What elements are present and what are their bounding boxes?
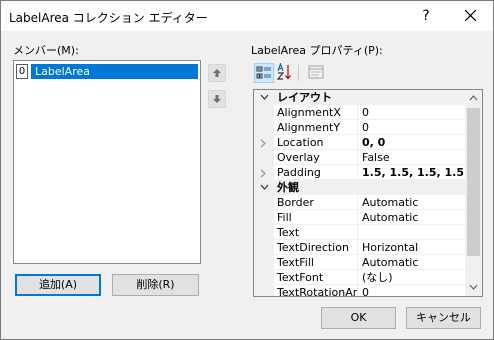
scroll-up-button[interactable] [465, 90, 482, 107]
scroll-thumb[interactable] [467, 108, 480, 256]
property-name: Overlay [274, 150, 358, 165]
property-row[interactable]: AlignmentX 0 [254, 105, 465, 120]
property-value[interactable]: Automatic [358, 210, 465, 225]
expand-toggle[interactable] [254, 135, 274, 150]
property-row[interactable]: TextDirection Horizontal [254, 240, 465, 255]
row-gutter [254, 105, 274, 120]
property-value[interactable]: 0, 0 [358, 135, 465, 150]
property-value[interactable]: 0 [358, 105, 465, 120]
property-name: AlignmentY [274, 120, 358, 135]
row-gutter [254, 150, 274, 165]
property-value[interactable]: Automatic [358, 255, 465, 270]
property-value[interactable]: Horizontal [358, 240, 465, 255]
sort-alphabetical-icon [276, 63, 291, 80]
row-gutter [254, 210, 274, 225]
property-row[interactable]: Border Automatic [254, 195, 465, 210]
alphabetical-button[interactable] [276, 63, 296, 83]
property-name: Border [274, 195, 358, 210]
property-toolbar [253, 63, 333, 85]
property-pages-button[interactable] [307, 63, 327, 83]
members-list[interactable]: 0 LabelArea [13, 60, 201, 264]
property-name: AlignmentX [274, 105, 358, 120]
property-name: Text [274, 225, 358, 240]
property-name: TextRotationAn [274, 285, 358, 296]
row-gutter [254, 255, 274, 270]
property-value[interactable]: (なし) [358, 270, 465, 285]
category-row[interactable]: レイアウト [254, 90, 465, 105]
member-index: 0 [16, 64, 28, 79]
row-gutter [254, 285, 274, 296]
property-row[interactable]: TextFill Automatic [254, 255, 465, 270]
category-name: 外観 [277, 181, 299, 194]
chevron-right-icon [260, 169, 266, 178]
property-row[interactable]: Overlay False [254, 150, 465, 165]
help-button[interactable]: ? [403, 1, 449, 31]
property-value[interactable]: Automatic [358, 195, 465, 210]
property-pages-icon [308, 65, 324, 79]
ok-button[interactable]: OK [321, 307, 396, 329]
property-name: Fill [274, 210, 358, 225]
property-row[interactable]: Fill Automatic [254, 210, 465, 225]
property-name: Location [274, 135, 358, 150]
category-row[interactable]: 外観 [254, 180, 465, 195]
expand-toggle[interactable] [254, 165, 274, 180]
chevron-down-icon [260, 184, 269, 190]
property-name: TextDirection [274, 240, 358, 255]
cancel-button[interactable]: キャンセル [406, 307, 481, 329]
toolbar-separator [298, 65, 299, 81]
close-icon [465, 10, 476, 21]
property-grid[interactable]: レイアウト AlignmentX 0 AlignmentY 0 Location… [253, 89, 483, 297]
property-row[interactable]: Text [254, 225, 465, 240]
collapse-toggle[interactable] [254, 180, 274, 195]
chevron-up-icon [469, 95, 478, 101]
close-button[interactable] [449, 1, 493, 31]
property-row[interactable]: TextRotationAn 0 [254, 285, 465, 296]
property-row[interactable]: Location 0, 0 [254, 135, 465, 150]
row-gutter [254, 270, 274, 285]
collection-editor-dialog: LabelArea コレクション エディター ? メンバー(M): 0 Labe… [0, 0, 494, 340]
property-value[interactable]: False [358, 150, 465, 165]
property-value[interactable]: 0 [358, 120, 465, 135]
move-down-button[interactable] [208, 90, 226, 108]
property-value[interactable] [358, 225, 465, 240]
scroll-down-button[interactable] [465, 279, 482, 296]
chevron-right-icon [260, 139, 266, 148]
property-row[interactable]: AlignmentY 0 [254, 120, 465, 135]
member-name[interactable]: LabelArea [31, 64, 198, 79]
members-label: メンバー(M): [13, 44, 79, 57]
row-gutter [254, 120, 274, 135]
categorized-button[interactable] [254, 63, 274, 83]
remove-button[interactable]: 削除(R) [112, 274, 199, 296]
property-row[interactable]: TextFont (なし) [254, 270, 465, 285]
row-gutter [254, 195, 274, 210]
property-value[interactable]: 0 [358, 285, 465, 296]
property-name: TextFill [274, 255, 358, 270]
property-name: TextFont [274, 270, 358, 285]
arrow-up-icon [213, 69, 221, 77]
property-value[interactable]: 1.5, 1.5, 1.5, 1.5 [358, 165, 465, 180]
category-name: レイアウト [277, 91, 332, 104]
move-up-button[interactable] [208, 64, 226, 82]
vertical-scrollbar[interactable] [465, 90, 482, 296]
collapse-toggle[interactable] [254, 90, 274, 105]
row-gutter [254, 240, 274, 255]
categorized-icon [256, 66, 271, 79]
row-gutter [254, 225, 274, 240]
property-name: Padding [274, 165, 358, 180]
arrow-down-icon [213, 95, 221, 103]
window-title: LabelArea コレクション エディター [9, 11, 208, 25]
properties-label: LabelArea プロパティ(P): [251, 44, 383, 57]
title-bar: LabelArea コレクション エディター ? [1, 1, 493, 31]
chevron-down-icon [260, 94, 269, 100]
add-button[interactable]: 追加(A) [15, 274, 101, 296]
chevron-down-icon [469, 284, 478, 290]
list-item[interactable]: 0 LabelArea [16, 64, 198, 79]
property-row[interactable]: Padding 1.5, 1.5, 1.5, 1.5 [254, 165, 465, 180]
